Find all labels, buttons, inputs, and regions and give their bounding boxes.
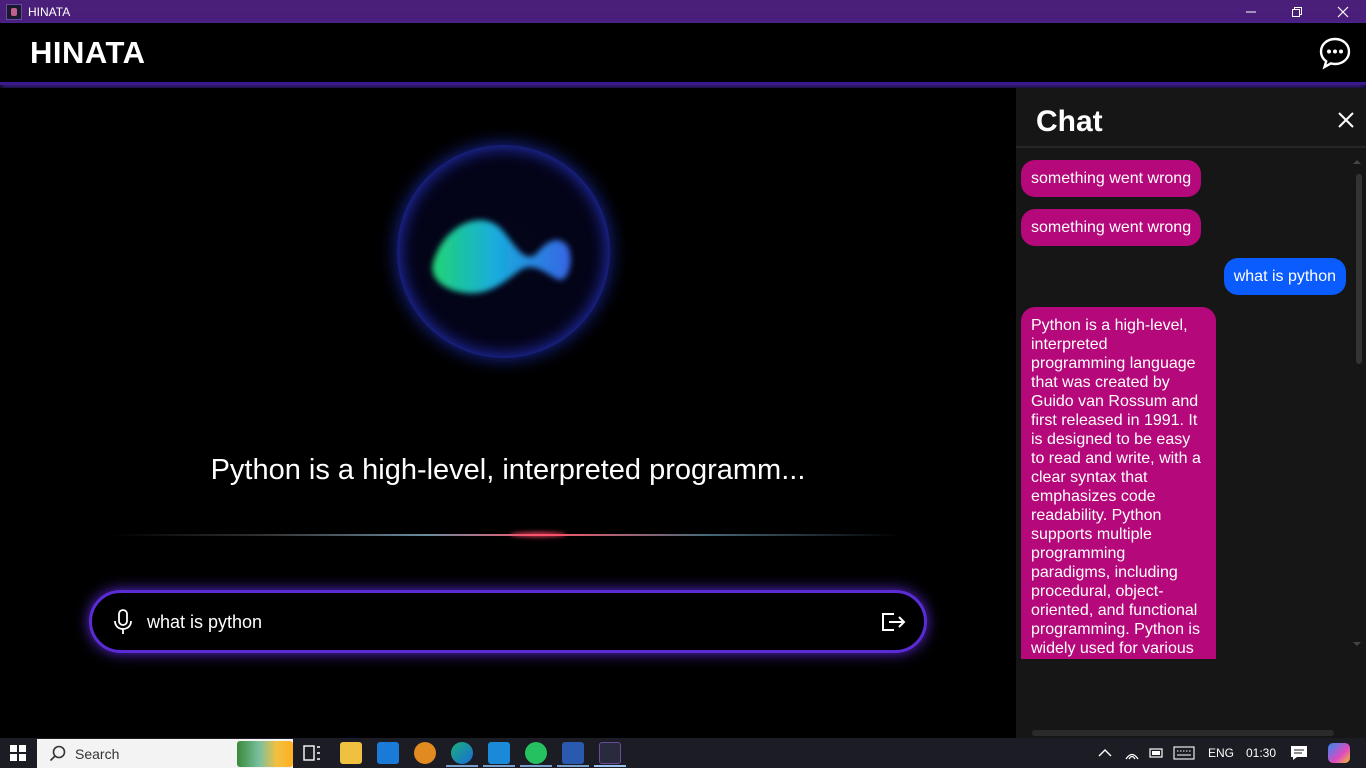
chat-messages: something went wrong something went wron…	[1016, 150, 1356, 660]
assistant-orb	[397, 145, 610, 358]
battery-icon[interactable]	[1146, 747, 1164, 759]
active-app-indicator	[557, 765, 589, 767]
whatsapp-icon[interactable]	[525, 742, 547, 764]
search-label: Search	[75, 745, 120, 762]
word-icon[interactable]	[562, 742, 584, 764]
chat-title: Chat	[1036, 105, 1103, 138]
chat-message-bot: something went wrong	[1021, 209, 1202, 246]
achievement-icon[interactable]	[414, 742, 436, 764]
mail-icon[interactable]	[377, 742, 399, 764]
brand-title: HINATA	[30, 35, 146, 70]
task-view-icon[interactable]	[301, 742, 323, 764]
hinata-app-icon[interactable]	[599, 742, 621, 764]
microphone-icon[interactable]	[112, 609, 134, 635]
system-tray: ENG 01:30	[1086, 738, 1366, 768]
file-explorer-icon[interactable]	[340, 742, 362, 764]
chat-scrollbar[interactable]	[1352, 150, 1366, 654]
vscode-icon[interactable]	[488, 742, 510, 764]
chat-message-user: what is python	[1223, 258, 1346, 295]
chat-bubble-icon[interactable]	[1318, 36, 1352, 70]
chat-header: Chat	[1016, 88, 1366, 148]
active-app-indicator	[446, 765, 478, 767]
minimize-icon	[1246, 11, 1256, 12]
active-app-indicator	[483, 765, 515, 767]
scroll-thumb[interactable]	[1356, 174, 1362, 364]
active-app-indicator	[594, 765, 626, 767]
app-icon	[6, 3, 22, 20]
copilot-icon[interactable]	[1328, 743, 1350, 763]
chat-message-bot: Python is a high-level, interpreted prog…	[1021, 307, 1216, 659]
voice-wave-line	[110, 534, 900, 536]
close-icon[interactable]	[1336, 110, 1356, 130]
wave-animation-icon	[432, 220, 571, 294]
clock[interactable]: 01:30	[1246, 746, 1276, 760]
taskbar: Search ENG 01:30	[0, 738, 1366, 768]
active-app-indicator	[520, 765, 552, 767]
windows-icon	[10, 745, 26, 761]
app-header: HINATA	[0, 23, 1366, 85]
language-indicator[interactable]: ENG	[1208, 746, 1234, 760]
minimize-button[interactable]	[1228, 0, 1274, 23]
query-input[interactable]: what is python	[147, 612, 262, 633]
taskbar-search[interactable]: Search	[37, 739, 293, 768]
keyboard-icon[interactable]	[1173, 746, 1195, 760]
close-icon	[1337, 6, 1349, 17]
search-highlight-image	[237, 741, 293, 767]
chevron-up-icon[interactable]	[1098, 748, 1112, 758]
restore-button[interactable]	[1274, 0, 1320, 23]
edge-browser-icon[interactable]	[451, 742, 473, 764]
start-button[interactable]	[0, 738, 36, 768]
scroll-down-icon[interactable]	[1350, 640, 1364, 648]
chat-panel: Chat something went wrong something went…	[1016, 88, 1366, 738]
query-input-bar[interactable]: what is python	[89, 590, 927, 653]
notifications-icon[interactable]	[1290, 745, 1308, 761]
close-button[interactable]	[1320, 0, 1366, 23]
window-title: HINATA	[28, 4, 71, 19]
response-text: Python is a high-level, interpreted prog…	[210, 454, 806, 486]
voice-wave-highlight	[510, 532, 566, 537]
search-icon	[49, 745, 66, 762]
chat-message-bot: something went wrong	[1021, 160, 1202, 197]
chat-input-strip	[1032, 730, 1334, 736]
assistant-area: Python is a high-level, interpreted prog…	[0, 88, 1016, 738]
restore-icon	[1292, 6, 1302, 17]
window-title-bar: HINATA	[0, 0, 1366, 23]
wifi-icon[interactable]	[1124, 746, 1140, 760]
exit-arrow-icon[interactable]	[880, 610, 906, 634]
scroll-up-icon[interactable]	[1350, 158, 1364, 166]
